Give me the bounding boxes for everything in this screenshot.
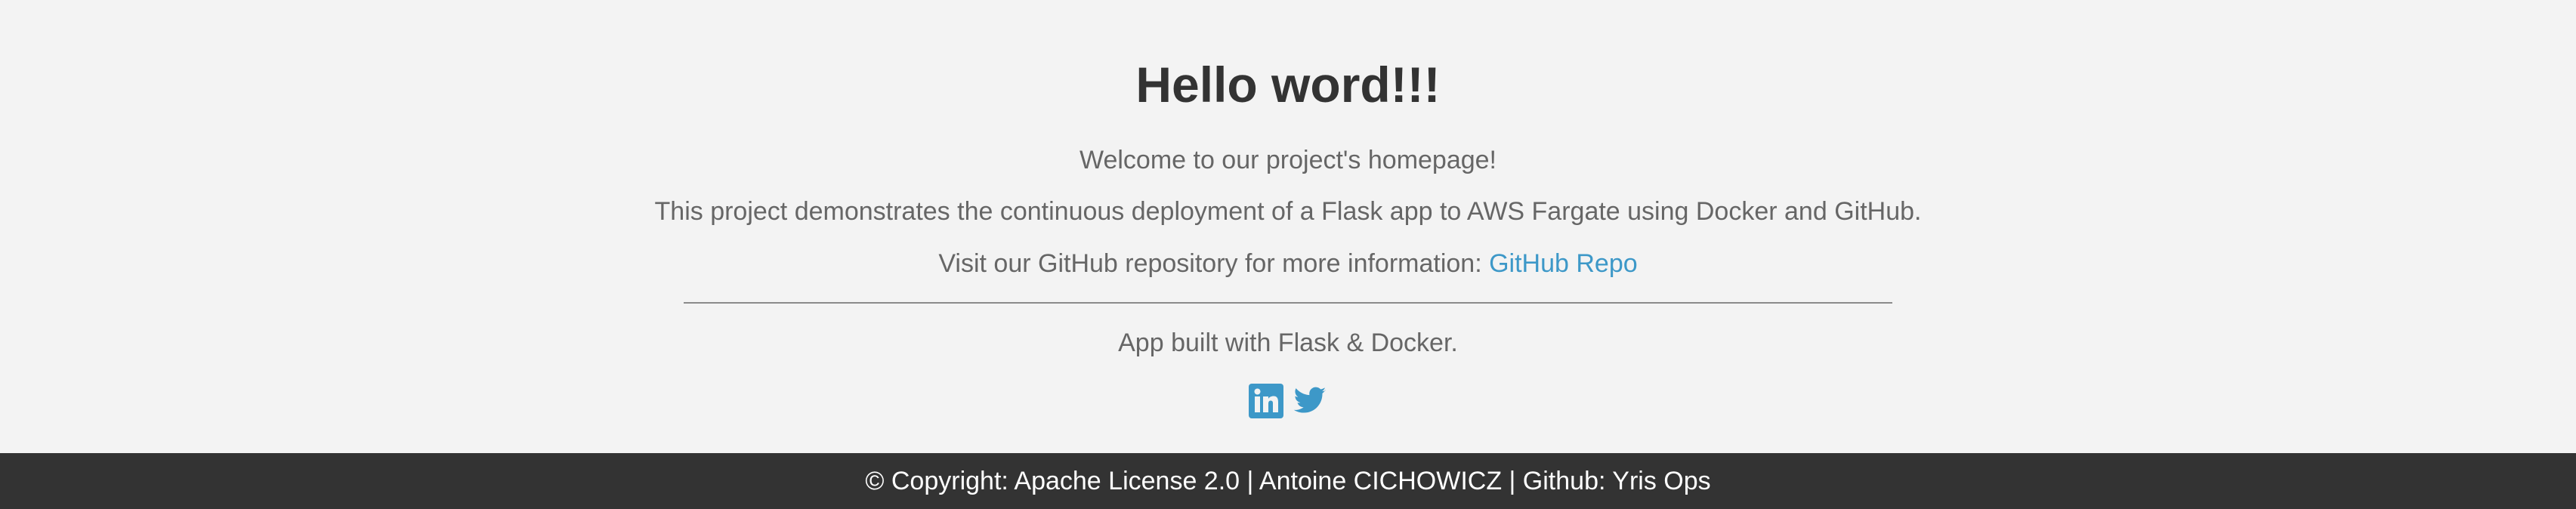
repo-prefix-text: Visit our GitHub repository for more inf… <box>938 249 1490 278</box>
repo-paragraph: Visit our GitHub repository for more inf… <box>0 247 2576 280</box>
linkedin-link[interactable] <box>1249 384 1283 418</box>
github-repo-link[interactable]: GitHub Repo <box>1489 249 1638 278</box>
twitter-link[interactable] <box>1293 384 1327 418</box>
twitter-icon <box>1293 387 1327 413</box>
social-links <box>0 384 2576 418</box>
footer-copyright-text: © Copyright: Apache License 2.0 | Antoin… <box>865 467 1711 495</box>
divider <box>684 302 1892 304</box>
built-with-text: App built with Flask & Docker. <box>1118 329 1458 357</box>
welcome-text: Welcome to our project's homepage! <box>1079 146 1497 174</box>
page-title: Hello word!!! <box>1135 57 1441 113</box>
project-description: This project demonstrates the continuous… <box>654 197 1922 226</box>
page: Hello word!!! Welcome to our project's h… <box>0 0 2576 509</box>
linkedin-icon <box>1249 384 1283 418</box>
footer: © Copyright: Apache License 2.0 | Antoin… <box>0 453 2576 509</box>
main-content: Hello word!!! Welcome to our project's h… <box>0 0 2576 453</box>
